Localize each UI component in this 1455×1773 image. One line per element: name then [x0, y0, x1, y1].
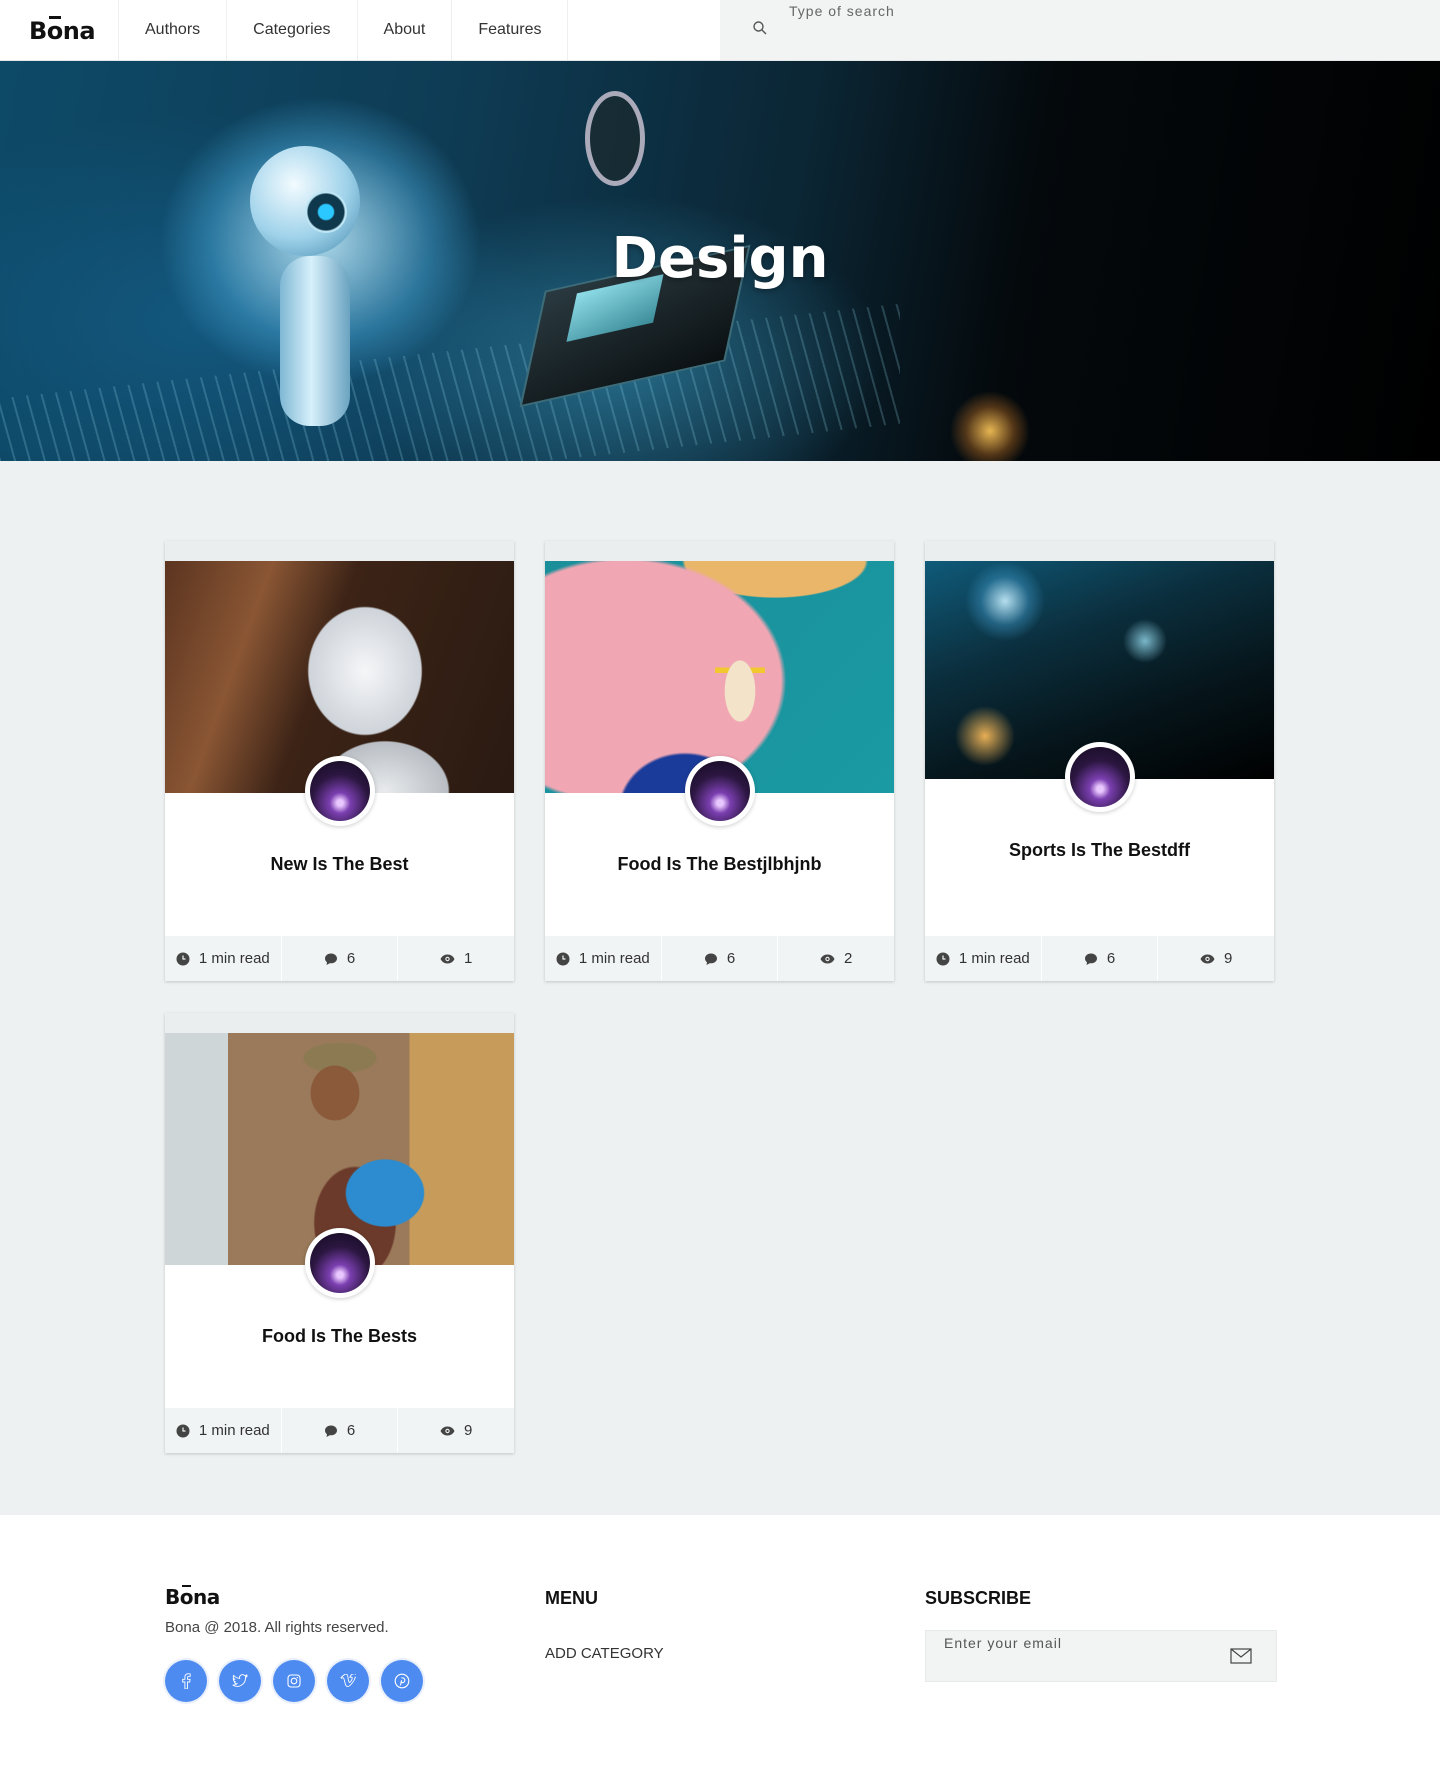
- views-count-label: 9: [464, 1422, 473, 1439]
- facebook-icon[interactable]: [165, 1660, 207, 1702]
- eye-icon: [440, 1426, 455, 1435]
- views-count-label: 9: [1224, 950, 1233, 967]
- card-top-strip: [545, 541, 894, 561]
- comments-count[interactable]: 6: [662, 936, 779, 981]
- card-top-strip: [925, 541, 1274, 561]
- comments-count[interactable]: 6: [282, 1408, 399, 1453]
- eye-icon: [1200, 954, 1215, 963]
- avatar-image: [1070, 747, 1130, 807]
- comments-count-label: 6: [726, 950, 736, 967]
- card-top-strip: [165, 541, 514, 561]
- logo-letter-b: B: [165, 1585, 180, 1609]
- search-icon[interactable]: [752, 20, 768, 36]
- mail-icon[interactable]: [1230, 1648, 1252, 1664]
- read-time: 1 min read: [925, 936, 1042, 981]
- post-title[interactable]: New Is The Best: [165, 854, 514, 875]
- logo-letter-b: B: [29, 17, 47, 45]
- twitter-icon[interactable]: [219, 1660, 261, 1702]
- post-card[interactable]: Sports Is The Bestdff 1 min read 6 9: [925, 541, 1274, 981]
- author-avatar[interactable]: [1065, 742, 1135, 812]
- comment-icon: [324, 953, 337, 965]
- views-count: 9: [1158, 936, 1274, 981]
- crane-hook-graphic: [585, 91, 645, 186]
- avatar-image: [310, 1233, 370, 1293]
- nav-item-about[interactable]: About: [356, 0, 452, 60]
- read-time: 1 min read: [165, 936, 282, 981]
- hero-banner: Design: [0, 61, 1440, 461]
- search-box: [720, 0, 1440, 60]
- site-footer: Bona Bona @ 2018. All rights reserved. M…: [0, 1515, 1440, 1773]
- clock-icon: [556, 952, 570, 965]
- nav-item-features[interactable]: Features: [451, 0, 569, 60]
- views-count: 1: [398, 936, 514, 981]
- read-time-label: 1 min read: [198, 1422, 270, 1439]
- logo-letters-na: na: [193, 1585, 220, 1609]
- logo-letter-o: o: [46, 17, 64, 45]
- comments-count[interactable]: 6: [1042, 936, 1159, 981]
- main-nav: Authors Categories About Features: [118, 0, 569, 60]
- social-links: [165, 1660, 423, 1702]
- eye-icon: [440, 954, 455, 963]
- nav-item-authors[interactable]: Authors: [118, 0, 226, 60]
- post-meta-bar: 1 min read 6 1: [165, 936, 514, 981]
- comments-count[interactable]: 6: [282, 936, 399, 981]
- clock-icon: [936, 952, 950, 965]
- footer-logo[interactable]: Bona: [165, 1585, 220, 1609]
- clock-icon: [176, 952, 190, 965]
- vimeo-icon[interactable]: [327, 1660, 369, 1702]
- circuit-board-graphic: [0, 303, 900, 461]
- card-top-strip: [165, 1013, 514, 1033]
- site-logo[interactable]: Bona: [29, 17, 96, 45]
- comment-icon: [324, 1425, 337, 1437]
- category-title: Design: [611, 226, 829, 291]
- post-title[interactable]: Food Is The Bestjlbhjnb: [545, 854, 894, 875]
- views-count-label: 2: [844, 950, 853, 967]
- post-title[interactable]: Food Is The Bests: [165, 1326, 514, 1347]
- nav-item-categories[interactable]: Categories: [226, 0, 356, 60]
- read-time: 1 min read: [545, 936, 662, 981]
- comment-icon: [704, 953, 717, 965]
- logo-letters-na: na: [62, 17, 96, 45]
- pinterest-icon[interactable]: [381, 1660, 423, 1702]
- subscribe-form: [925, 1630, 1277, 1682]
- menu-heading: MENU: [545, 1588, 598, 1608]
- author-avatar[interactable]: [685, 756, 755, 826]
- views-count: 9: [398, 1408, 514, 1453]
- read-time-label: 1 min read: [958, 950, 1030, 967]
- post-card[interactable]: Food Is The Bests 1 min read 6 9: [165, 1013, 514, 1453]
- author-avatar[interactable]: [305, 756, 375, 826]
- post-card[interactable]: Food Is The Bestjlbhjnb 1 min read 6 2: [545, 541, 894, 981]
- post-title[interactable]: Sports Is The Bestdff: [925, 840, 1274, 861]
- author-avatar[interactable]: [305, 1228, 375, 1298]
- add-category-link[interactable]: ADD CATEGORY: [545, 1645, 664, 1662]
- read-time-label: 1 min read: [198, 950, 270, 967]
- views-count: 2: [778, 936, 894, 981]
- subscribe-heading: SUBSCRIBE: [925, 1588, 1032, 1608]
- page-right-gutter: [1440, 0, 1455, 1773]
- comment-icon: [1084, 953, 1097, 965]
- eye-icon: [820, 954, 835, 963]
- clock-icon: [176, 1424, 190, 1437]
- email-input[interactable]: [944, 1633, 1214, 1653]
- instagram-icon[interactable]: [273, 1660, 315, 1702]
- top-header: Bona Authors Categories About Features: [0, 0, 1440, 61]
- comments-count-label: 6: [346, 950, 356, 967]
- post-meta-bar: 1 min read 6 9: [925, 936, 1274, 981]
- read-time: 1 min read: [165, 1408, 282, 1453]
- avatar-image: [310, 761, 370, 821]
- avatar-image: [690, 761, 750, 821]
- copyright-text: Bona @ 2018. All rights reserved.: [165, 1619, 389, 1636]
- logo-letter-o: o: [179, 1585, 194, 1609]
- post-meta-bar: 1 min read 6 2: [545, 936, 894, 981]
- post-meta-bar: 1 min read 6 9: [165, 1408, 514, 1453]
- post-card[interactable]: New Is The Best 1 min read 6 1: [165, 541, 514, 981]
- comments-count-label: 6: [346, 1422, 356, 1439]
- read-time-label: 1 min read: [578, 950, 650, 967]
- comments-count-label: 6: [1106, 950, 1116, 967]
- views-count-label: 1: [464, 950, 473, 967]
- search-input[interactable]: [789, 0, 1409, 22]
